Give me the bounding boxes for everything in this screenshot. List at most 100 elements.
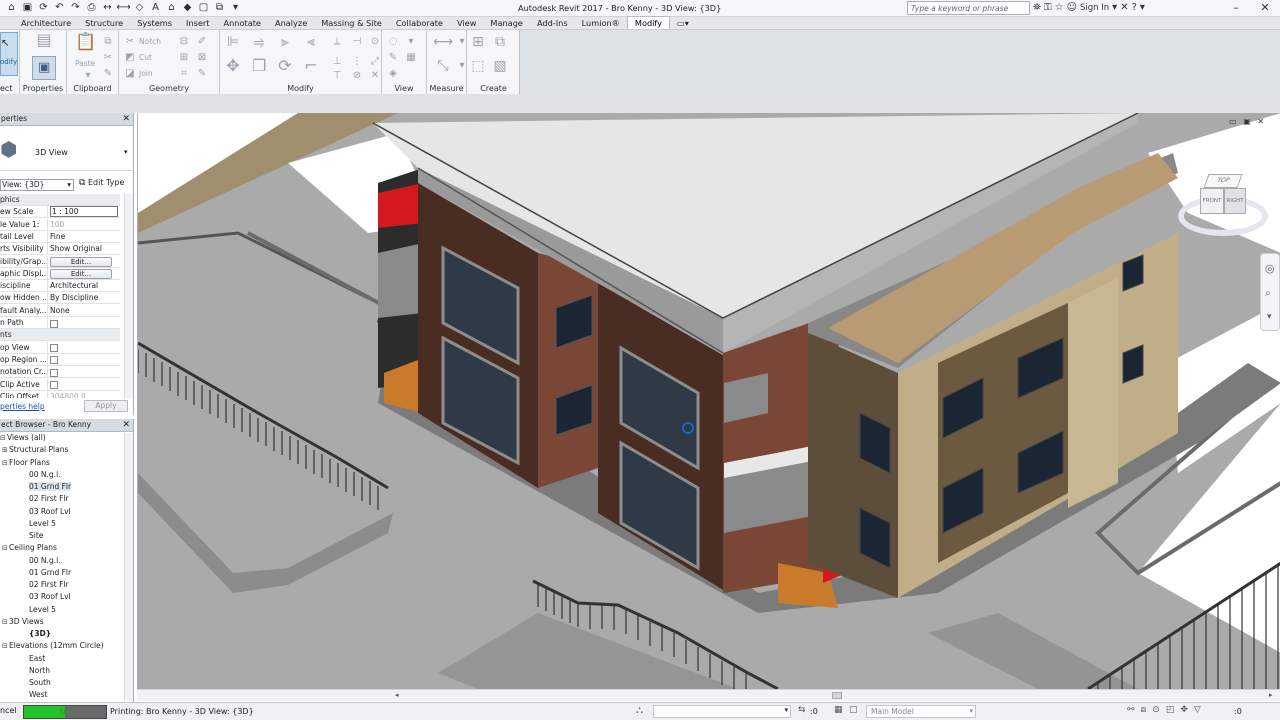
property-value[interactable]: Show Original xyxy=(50,243,118,255)
cancel-button[interactable]: ncel xyxy=(0,706,17,715)
select-pinned-icon[interactable]: ⊙ xyxy=(1152,705,1160,715)
property-row[interactable]: tail Level Fine xyxy=(0,230,120,243)
collapse-icon[interactable]: ⊟ xyxy=(2,543,9,553)
project-browser-scrollbar[interactable] xyxy=(124,433,133,701)
property-row[interactable]: phics xyxy=(0,194,120,206)
tag-icon[interactable]: ◇ xyxy=(132,1,147,15)
browser-node[interactable]: South xyxy=(18,678,51,688)
property-checkbox[interactable] xyxy=(50,368,58,377)
type-selector[interactable]: ⬢ 3D View ▾ xyxy=(0,127,132,171)
split-gap-icon[interactable]: ⊣ xyxy=(350,36,364,48)
nav-dropdown-icon[interactable]: ▾ xyxy=(1267,312,1272,322)
tab-lumion[interactable]: Lumion® xyxy=(575,17,627,29)
select-underlay-icon[interactable]: ⧈ xyxy=(1141,705,1147,715)
create-parts-icon[interactable]: ⧉ xyxy=(493,35,507,49)
help-dropdown-icon[interactable]: ▾ xyxy=(1140,1,1145,15)
design-option-dropdown[interactable]: Main Model ▾ xyxy=(866,705,976,718)
tab-view[interactable]: View xyxy=(450,17,483,29)
cut-label[interactable]: Cut xyxy=(139,53,152,62)
paste-icon[interactable]: 📋 xyxy=(75,34,96,56)
mirror-axis-icon[interactable]: ⫸ xyxy=(278,35,292,49)
property-row[interactable]: rts Visibility Show Original xyxy=(0,243,120,256)
visibility-icon[interactable]: ◈ xyxy=(386,68,400,80)
collapse-icon[interactable]: ⊟ xyxy=(2,617,9,627)
browser-node[interactable]: 02 First Flr xyxy=(18,580,69,590)
browser-node[interactable]: 02 First Flr xyxy=(18,494,69,504)
property-row[interactable]: nts xyxy=(0,329,120,342)
section-icon[interactable]: ◆ xyxy=(180,1,195,15)
apply-button[interactable]: Apply xyxy=(84,400,128,412)
property-row[interactable]: op View xyxy=(0,341,120,354)
search-input[interactable]: Type a keyword or phrase xyxy=(907,1,1030,15)
browser-node[interactable]: West xyxy=(18,690,47,700)
property-row[interactable]: n Path xyxy=(0,317,120,329)
wall-joins-icon[interactable]: ⊞ xyxy=(177,52,191,64)
collapse-icon[interactable]: ⊟ xyxy=(0,433,7,443)
browser-node[interactable]: 00 N.g.l. xyxy=(18,470,61,480)
steering-wheel-icon[interactable]: ◎ xyxy=(1265,262,1275,275)
browser-node[interactable]: ⊞Structural Plans xyxy=(2,445,68,455)
scroll-thumb[interactable] xyxy=(832,692,842,699)
property-checkbox[interactable] xyxy=(50,356,58,365)
property-edit-button[interactable]: Edit... xyxy=(50,268,112,279)
view-dropdown-icon[interactable]: ▾ xyxy=(404,36,418,48)
delete-icon[interactable]: ✕ xyxy=(368,70,382,82)
mirror-draw-icon[interactable]: ⫷ xyxy=(304,35,318,49)
tab-structure[interactable]: Structure xyxy=(78,17,130,29)
properties-help-link[interactable]: perties help xyxy=(0,402,45,411)
viewcube-front-face[interactable]: FRONT xyxy=(1200,188,1224,214)
cut-icon[interactable]: ✂ xyxy=(101,52,115,64)
browser-node[interactable]: {3D} xyxy=(18,629,51,639)
tab-architecture[interactable]: Architecture xyxy=(14,17,78,29)
property-row[interactable]: notation Cr... xyxy=(0,366,120,379)
sign-in-dropdown-icon[interactable]: ▾ xyxy=(1112,1,1117,15)
project-browser-close-icon[interactable]: ✕ xyxy=(122,419,130,431)
minimize-button[interactable]: – xyxy=(1221,0,1251,16)
measure-icon[interactable]: ↔ xyxy=(100,1,115,15)
drag-elements-icon[interactable]: ✥ xyxy=(1180,705,1188,715)
switch-windows-icon[interactable]: ⧉ xyxy=(212,1,227,15)
sync-icon[interactable]: ⟳ xyxy=(36,1,51,15)
property-value[interactable]: 1 : 100 xyxy=(50,206,118,218)
exchange-icon[interactable]: ✕ xyxy=(1120,1,1128,15)
subscription-icon[interactable]: ⚿ xyxy=(1044,1,1052,15)
tab-massing-site[interactable]: Massing & Site xyxy=(314,17,389,29)
browser-node[interactable]: Site xyxy=(18,531,43,541)
linework-icon[interactable]: ▦ xyxy=(404,52,418,64)
edit-type-button[interactable]: ⧉ Edit Type xyxy=(79,178,124,188)
editing-requests-icon[interactable]: ⇆ xyxy=(798,705,806,715)
property-row[interactable]: ew Scale 1 : 100 xyxy=(0,206,120,219)
remove-paint-icon[interactable]: ✎ xyxy=(195,68,209,80)
viewport-horizontal-scrollbar[interactable]: ◂ ▸ xyxy=(137,689,1280,701)
property-row[interactable]: op Region ... xyxy=(0,353,120,366)
browser-node[interactable]: ⊟Floor Plans xyxy=(2,458,50,468)
property-row[interactable]: fault Analy... None xyxy=(0,304,120,317)
tab-insert[interactable]: Insert xyxy=(179,17,216,29)
paste-dropdown-icon[interactable]: ▾ xyxy=(81,70,95,82)
split-icon[interactable]: ⟂ xyxy=(330,36,344,48)
browser-node[interactable]: ⊟Elevations (12mm Circle) xyxy=(2,641,104,651)
notch-label[interactable]: Notch xyxy=(139,37,161,46)
property-row[interactable]: ibility/Grap... Edit... xyxy=(0,255,120,268)
tab-manage[interactable]: Manage xyxy=(483,17,530,29)
browser-node[interactable]: North xyxy=(18,666,50,676)
property-edit-button[interactable]: Edit... xyxy=(50,256,112,267)
property-row[interactable]: ow Hidden ... By Discipline xyxy=(0,292,120,305)
property-value[interactable]: Architectural xyxy=(50,280,118,292)
favorites-icon[interactable]: ☆ xyxy=(1055,1,1064,15)
property-value[interactable]: None xyxy=(50,305,118,317)
paint-icon[interactable]: ✐ xyxy=(195,36,209,48)
browser-node[interactable]: Level 5 xyxy=(18,605,56,615)
dimension-icon[interactable]: ⟷ xyxy=(116,1,131,15)
qat-dropdown-icon[interactable]: ▾ xyxy=(228,1,243,15)
override-icon[interactable]: ✎ xyxy=(386,52,400,64)
browser-node[interactable]: ⊟Ceiling Plans xyxy=(2,543,57,553)
viewcube-top-face[interactable]: TOP xyxy=(1203,174,1243,188)
tab-systems[interactable]: Systems xyxy=(130,17,179,29)
cope-icon[interactable]: ✂ xyxy=(123,36,137,48)
3d-view-icon[interactable]: ⌂ xyxy=(164,1,179,15)
match-icon[interactable]: ✎ xyxy=(101,68,115,80)
sign-in-link[interactable]: Sign In xyxy=(1080,1,1109,15)
print-icon[interactable]: ⎙ xyxy=(84,1,99,15)
browser-node[interactable]: 01 Grnd Flr xyxy=(18,482,72,492)
